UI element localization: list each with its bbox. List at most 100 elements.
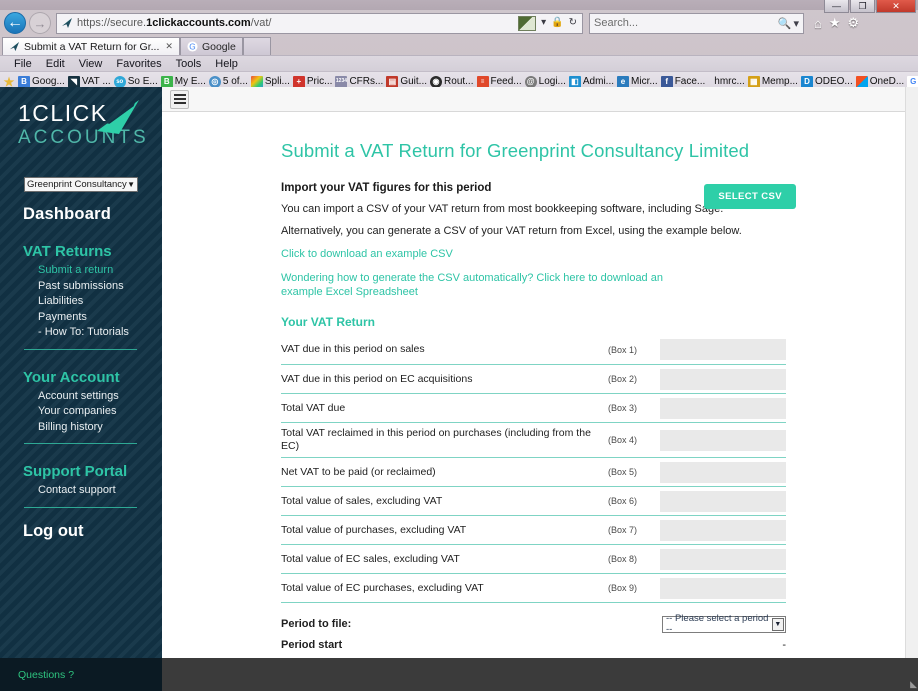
menu-edit[interactable]: Edit [46, 58, 65, 70]
resize-grip-icon[interactable]: ◣ [910, 679, 917, 690]
address-bar[interactable]: https://secure.1clickaccounts.com/vat/ ▾… [56, 13, 583, 34]
new-tab-button[interactable] [243, 37, 271, 55]
vat-box-8-input[interactable] [660, 549, 786, 570]
page-scrollbar[interactable] [905, 87, 918, 691]
menu-bar: File Edit View Favorites Tools Help [0, 55, 918, 71]
browser-status-bar: ◣ [162, 658, 918, 691]
period-to-file-label: Period to file: [281, 618, 662, 630]
search-icon[interactable]: 🔍 [778, 17, 792, 30]
sidebar-item-how-to-tutorials[interactable]: - How To: Tutorials [38, 325, 162, 341]
favorite-item[interactable]: Spli... [251, 76, 290, 88]
vat-return-table: VAT due in this period on sales (Box 1) … [281, 335, 786, 602]
vat-box-2-input[interactable] [660, 369, 786, 390]
forward-button[interactable]: → [29, 12, 51, 34]
add-favorite-star-icon[interactable]: ★ [3, 76, 15, 88]
sidebar-divider [24, 507, 137, 508]
sidebar-item-account-settings[interactable]: Account settings [38, 389, 162, 405]
sidebar-item-past-submissions[interactable]: Past submissions [38, 279, 162, 295]
favorite-label: My E... [175, 76, 206, 87]
vat-box-6-input[interactable] [660, 491, 786, 512]
home-icon[interactable]: ⌂ [814, 16, 822, 31]
favorite-item[interactable]: hmrc... [714, 76, 745, 87]
favorites-star-icon[interactable]: ★ [829, 15, 841, 31]
sidebar-item-your-companies[interactable]: Your companies [38, 404, 162, 420]
favorite-item[interactable]: OneD... [856, 76, 904, 88]
vat-box-7-input[interactable] [660, 520, 786, 541]
favorite-item[interactable]: ◉Rout... [430, 76, 473, 88]
favorite-item[interactable]: +Pric... [293, 76, 333, 88]
sidebar-item-billing-history[interactable]: Billing history [38, 420, 162, 436]
sidebar-heading-vat-returns[interactable]: VAT Returns [23, 243, 162, 260]
sidebar-footer[interactable]: Questions ? [0, 658, 162, 691]
download-example-csv-link[interactable]: Click to download an example CSV [281, 247, 666, 261]
sidebar-item-contact-support[interactable]: Contact support [38, 483, 162, 499]
menu-favorites[interactable]: Favorites [116, 58, 161, 70]
questions-link[interactable]: Questions ? [18, 669, 74, 681]
vat-box-1-input[interactable] [660, 339, 786, 360]
tab-close-icon[interactable]: ✕ [165, 41, 173, 52]
tab-vat-return[interactable]: Submit a VAT Return for Gr... ✕ [2, 37, 180, 55]
sidebar-item-payments[interactable]: Payments [38, 310, 162, 326]
close-button[interactable]: ✕ [876, 0, 916, 13]
favorite-item[interactable]: GGoog... [907, 76, 918, 88]
favorite-item[interactable]: 1234CFRs... [335, 76, 383, 88]
hamburger-menu-icon[interactable] [170, 90, 189, 109]
favorite-item[interactable]: BMy E... [161, 76, 206, 88]
select-csv-button[interactable]: SELECT CSV [704, 184, 796, 209]
favorite-item[interactable]: ◎5 of... [209, 76, 248, 88]
vat-row-label: Total VAT reclaimed in this period on pu… [281, 423, 608, 457]
compatibility-view-icon[interactable] [518, 16, 536, 31]
favorite-item[interactable]: ≡Feed... [477, 76, 522, 88]
favorite-label: Rout... [444, 76, 473, 87]
vat-box-5-input[interactable] [660, 462, 786, 483]
period-select-dropdown[interactable]: -- Please select a period -- ▼ [662, 616, 786, 633]
minimize-button[interactable]: — [824, 0, 849, 13]
sidebar-item-dashboard[interactable]: Dashboard [23, 205, 162, 224]
app-logo[interactable]: 1CLICK ACCOUNTS [0, 97, 162, 165]
favorite-item[interactable]: ▤Guit... [386, 76, 427, 88]
menu-file[interactable]: File [14, 58, 32, 70]
menu-tools[interactable]: Tools [176, 58, 202, 70]
company-selector-dropdown[interactable]: Greenprint Consultancy Li ▼ [24, 177, 138, 192]
content-padding: Submit a VAT Return for Greenprint Consu… [162, 112, 918, 691]
browser-window: — ❐ ✕ ← → https://secure.1clickaccounts.… [0, 0, 918, 691]
favorite-item[interactable]: @Logi... [525, 76, 566, 88]
browser-toolbar-icons: ⌂ ★ ⚙ [807, 15, 864, 31]
sidebar-heading-support-portal[interactable]: Support Portal [23, 463, 162, 480]
sidebar-item-submit-a-return[interactable]: Submit a return [38, 263, 162, 279]
sidebar-item-liabilities[interactable]: Liabilities [38, 294, 162, 310]
favorite-item[interactable]: BGoog... [18, 76, 65, 88]
vat-row-label: Net VAT to be paid (or reclaimed) [281, 462, 608, 483]
favorite-item[interactable]: ▦Memp... [748, 76, 798, 88]
favorite-icon: ◎ [209, 76, 221, 88]
vat-box-9-input[interactable] [660, 578, 786, 599]
refresh-icon[interactable]: ↻ [569, 18, 577, 28]
vat-row-box-number: (Box 9) [608, 583, 660, 593]
sidebar-item-log-out[interactable]: Log out [23, 522, 162, 541]
favorite-item[interactable]: DODEO... [801, 76, 853, 88]
download-example-spreadsheet-link[interactable]: Wondering how to generate the CSV automa… [281, 271, 666, 299]
period-select-value: -- Please select a period -- [666, 613, 772, 635]
vat-box-4-input[interactable] [660, 430, 786, 451]
maximize-button[interactable]: ❐ [850, 0, 875, 13]
favorite-item[interactable]: ◧Admi... [569, 76, 614, 88]
settings-gear-icon[interactable]: ⚙ [848, 15, 860, 31]
sidebar-heading-your-account[interactable]: Your Account [23, 369, 162, 386]
chevron-down-icon[interactable]: ▾ [541, 18, 546, 28]
page-title: Submit a VAT Return for Greenprint Consu… [281, 140, 918, 162]
vat-box-3-input[interactable] [660, 398, 786, 419]
favorite-item[interactable]: fFace... [661, 76, 706, 88]
app-sidebar: 1CLICK ACCOUNTS Greenprint Consultancy L… [0, 87, 162, 691]
search-box[interactable]: Search... 🔍 ▾ [589, 13, 804, 34]
menu-view[interactable]: View [79, 58, 103, 70]
favorite-item[interactable]: eMicr... [617, 76, 658, 88]
tab-google[interactable]: G Google [180, 37, 243, 55]
chevron-down-icon[interactable]: ▾ [793, 17, 799, 30]
table-row: Total value of EC purchases, excluding V… [281, 573, 786, 602]
vat-row-label: Total VAT due [281, 398, 608, 419]
menu-help[interactable]: Help [215, 58, 238, 70]
favorite-item[interactable]: soSo E... [114, 76, 158, 88]
favorite-item[interactable]: ◥VAT ... [68, 76, 111, 88]
back-button[interactable]: ← [4, 12, 26, 34]
vat-row-box-number: (Box 5) [608, 467, 660, 477]
